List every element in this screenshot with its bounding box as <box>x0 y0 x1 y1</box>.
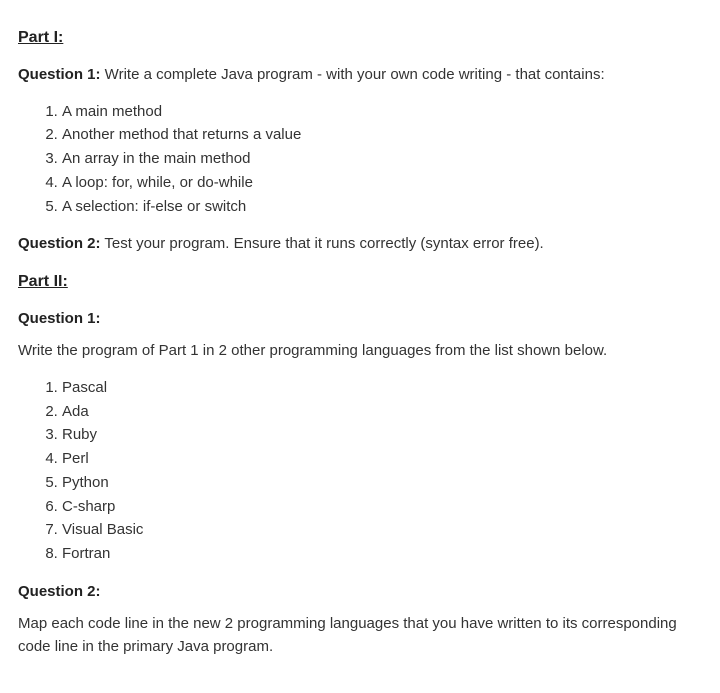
part1-q1-label: Question 1: <box>18 66 101 83</box>
part2-heading: Part II: <box>18 270 702 294</box>
list-item: C-sharp <box>62 496 702 518</box>
list-item: Python <box>62 472 702 494</box>
list-item: Visual Basic <box>62 519 702 541</box>
part1-q2-text: Test your program. Ensure that it runs c… <box>101 235 544 252</box>
list-item: A loop: for, while, or do-while <box>62 172 702 194</box>
list-item: An array in the main method <box>62 148 702 170</box>
part2-q1-text: Write the program of Part 1 in 2 other p… <box>18 340 702 363</box>
part2-q1-list: Pascal Ada Ruby Perl Python C-sharp Visu… <box>18 377 702 565</box>
part1-q1-text: Write a complete Java program - with you… <box>101 66 605 83</box>
part2-q2-label: Question 2: <box>18 581 702 604</box>
list-item: Ada <box>62 401 702 423</box>
list-item: Fortran <box>62 543 702 565</box>
part2-q2-text: Map each code line in the new 2 programm… <box>18 613 702 658</box>
part1-q2-label: Question 2: <box>18 235 101 252</box>
part2-q1-label: Question 1: <box>18 308 702 331</box>
part1-question1-block: Question 1: Write a complete Java progra… <box>18 64 702 87</box>
list-item: A selection: if-else or switch <box>62 196 702 218</box>
list-item: Another method that returns a value <box>62 124 702 146</box>
part1-heading: Part I: <box>18 26 702 50</box>
list-item: Pascal <box>62 377 702 399</box>
part1-question2-block: Question 2: Test your program. Ensure th… <box>18 233 702 256</box>
list-item: A main method <box>62 101 702 123</box>
list-item: Perl <box>62 448 702 470</box>
list-item: Ruby <box>62 424 702 446</box>
part1-q1-list: A main method Another method that return… <box>18 101 702 218</box>
